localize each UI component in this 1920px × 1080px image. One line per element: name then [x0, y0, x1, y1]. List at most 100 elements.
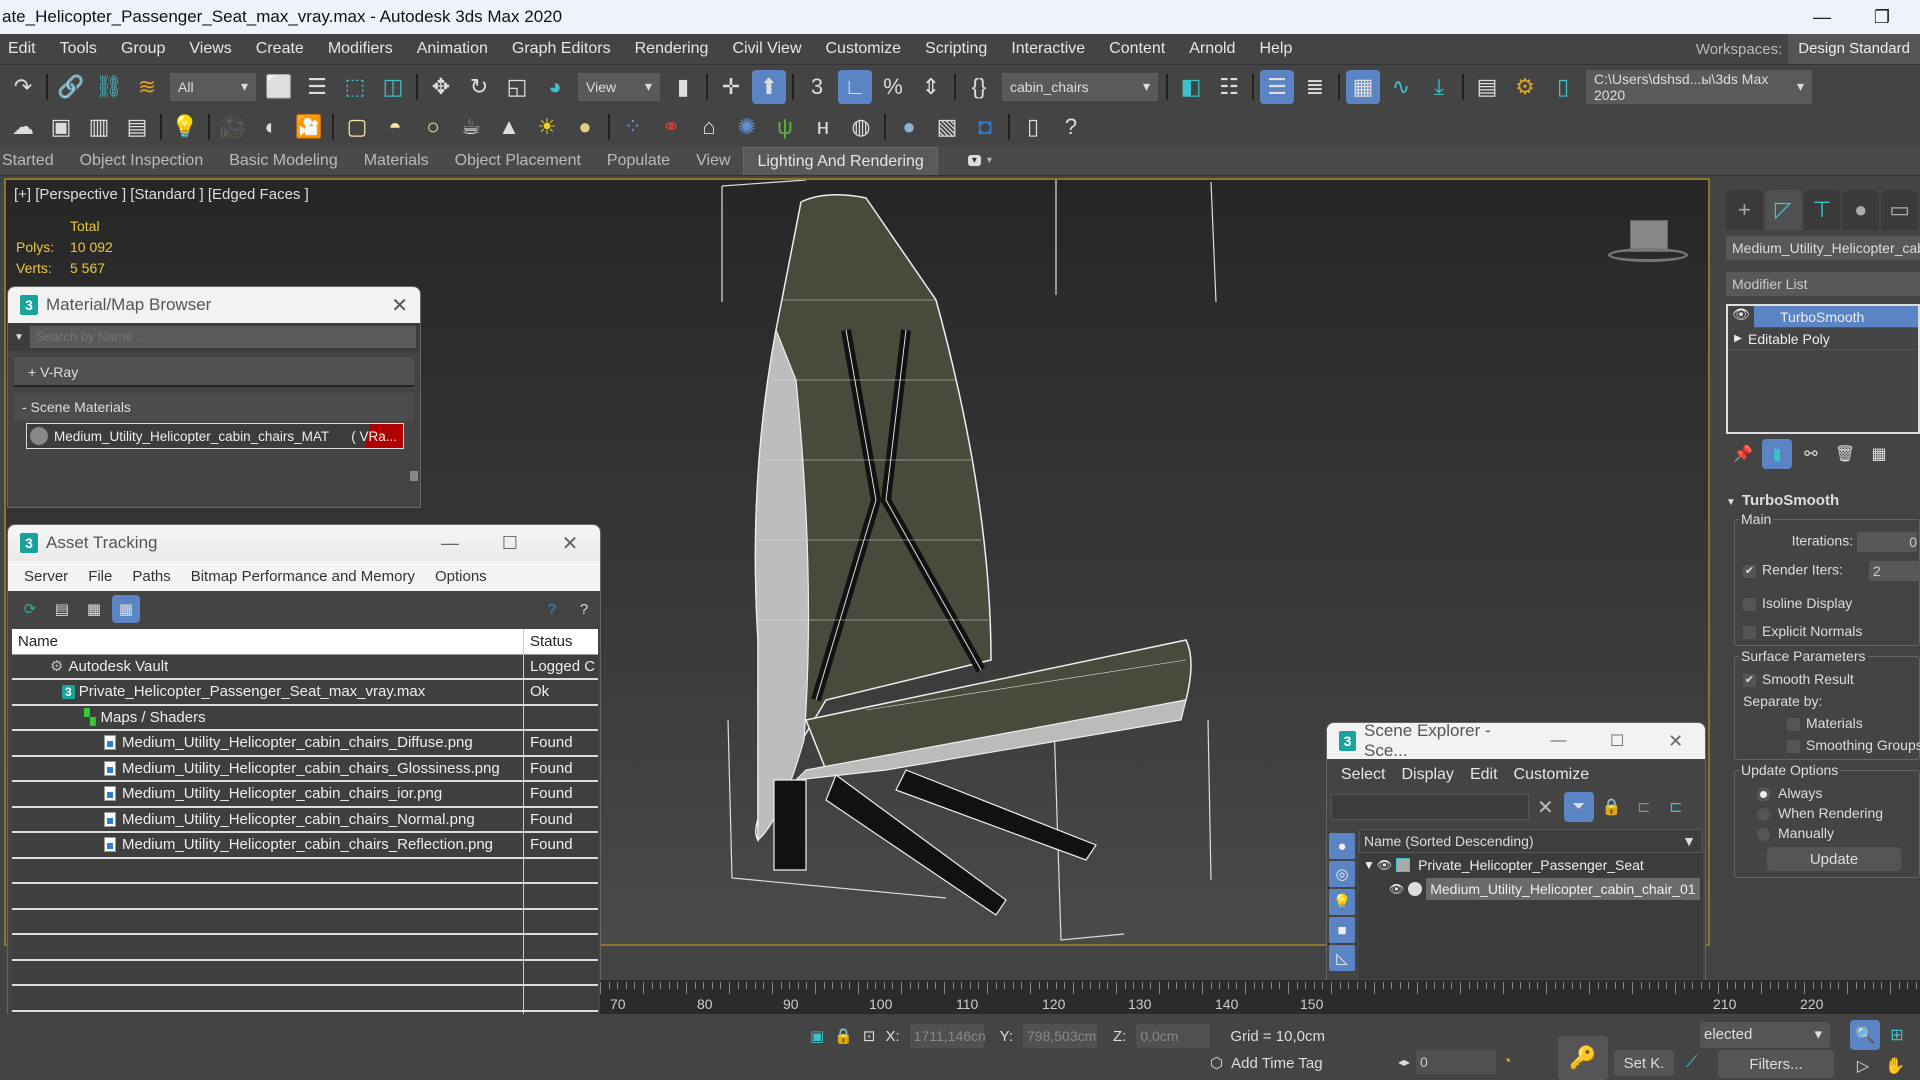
render-iters-checkbox[interactable]: ✔ [1743, 564, 1756, 578]
rotate-icon[interactable]: ↻ [462, 70, 496, 104]
menu-arnold[interactable]: Arnold [1177, 40, 1247, 58]
close-icon[interactable]: ✕ [1646, 731, 1705, 752]
list-view-icon[interactable]: ▤ [48, 595, 76, 623]
select-manipulate-icon[interactable]: ✛ [714, 70, 748, 104]
move-icon[interactable]: ✥ [424, 70, 458, 104]
snaps-toggle-icon[interactable]: 3 [800, 70, 834, 104]
table-row[interactable]: ⚙ Autodesk Vault Logged C [12, 654, 598, 680]
iterations-spinner[interactable]: 0 [1857, 532, 1917, 552]
menu-bitmap-performance[interactable]: Bitmap Performance and Memory [181, 568, 425, 585]
tree-item-selected[interactable]: 👁 Medium_Utility_Helicopter_cabin_chair_… [1359, 877, 1703, 901]
menu-interactive[interactable]: Interactive [999, 40, 1097, 58]
absolute-mode-icon[interactable]: ⊡ [863, 1027, 876, 1045]
maximize-icon[interactable]: ☐ [480, 533, 540, 554]
field-of-view-icon[interactable]: ▷ [1848, 1052, 1878, 1080]
configure-modifier-sets-icon[interactable]: ▦ [1864, 439, 1894, 469]
scale-icon[interactable]: ◱ [500, 70, 534, 104]
y-coordinate-field[interactable]: 798,503cm [1023, 1024, 1097, 1048]
close-icon[interactable]: ✕ [391, 293, 408, 318]
scene-column-header[interactable]: Name (Sorted Descending) ▼ [1359, 829, 1703, 853]
chevron-down-icon[interactable]: ▾ [987, 155, 992, 166]
menu-views[interactable]: Views [177, 40, 243, 58]
tab-materials[interactable]: Materials [351, 147, 442, 175]
search-options-icon[interactable]: ▼ [14, 332, 24, 343]
bind-space-warp-icon[interactable]: ≋ [130, 70, 164, 104]
zoom-icon[interactable]: 🔍 [1850, 1020, 1880, 1050]
remove-modifier-icon[interactable]: 🗑 [1830, 439, 1860, 469]
selection-set-dropdown[interactable]: elected ▾ [1700, 1022, 1830, 1048]
window-crossing-icon[interactable]: ◫ [376, 70, 410, 104]
modifier-turbosmooth[interactable]: 👁 TurboSmooth [1728, 305, 1918, 328]
clear-search-icon[interactable]: ✕ [1537, 795, 1554, 820]
menu-scripting[interactable]: Scripting [913, 40, 999, 58]
help-icon[interactable]: ? [1054, 110, 1088, 144]
explicit-normals-checkbox[interactable] [1743, 625, 1756, 639]
material-sphere-icon[interactable]: ● [892, 110, 926, 144]
align-icon[interactable]: ☷ [1212, 70, 1246, 104]
table-row[interactable]: ▚ Maps / Shaders [12, 705, 598, 731]
tab-object-placement[interactable]: Object Placement [442, 147, 594, 175]
lock-icon[interactable]: 🔒 [1598, 793, 1626, 821]
minimize-icon[interactable]: — [420, 533, 480, 554]
chevron-down-icon[interactable]: ▼ [1682, 833, 1696, 849]
material-editor-icon[interactable]: ▤ [1470, 70, 1504, 104]
menu-edit[interactable]: Edit [1466, 766, 1510, 784]
table-row[interactable]: Medium_Utility_Helicopter_cabin_chairs_i… [12, 782, 598, 808]
redo-icon[interactable]: ↷ [6, 70, 40, 104]
menu-edit[interactable]: Edit [0, 40, 48, 58]
menu-create[interactable]: Create [244, 40, 316, 58]
make-unique-icon[interactable]: ⚯ [1796, 439, 1826, 469]
cone-icon[interactable]: ▲ [492, 110, 526, 144]
group-scene-materials[interactable]: - Scene Materials [14, 393, 414, 421]
restore-icon[interactable]: ❐ [1862, 4, 1902, 30]
column-status[interactable]: Status [524, 633, 573, 650]
tab-view[interactable]: View [683, 147, 743, 175]
close-icon[interactable]: ✕ [540, 531, 600, 556]
selection-lock-icon[interactable]: ▣ [810, 1027, 824, 1045]
zoom-all-icon[interactable]: ⊞ [1882, 1020, 1912, 1050]
menu-animation[interactable]: Animation [405, 40, 500, 58]
sun-icon[interactable]: ☀ [530, 110, 564, 144]
spinner-snap-icon[interactable]: ⇕ [914, 70, 948, 104]
menu-paths[interactable]: Paths [122, 568, 180, 585]
vray-sphere-icon[interactable]: ○ [416, 110, 450, 144]
help-disabled-icon[interactable]: ? [570, 595, 598, 623]
current-frame-field[interactable]: 0 [1416, 1050, 1497, 1074]
rectangular-selection-icon[interactable]: ⬚ [338, 70, 372, 104]
pan-icon[interactable]: ✋ [1880, 1052, 1910, 1080]
edit-named-selection-icon[interactable]: {} [962, 70, 996, 104]
selection-filter-dropdown[interactable]: All ▾ [170, 72, 256, 101]
group-vray[interactable]: + V-Ray [14, 357, 414, 387]
panel-list-icon[interactable]: ▤ [120, 110, 154, 144]
select-object-icon[interactable]: ⬜ [262, 70, 296, 104]
modify-tab-icon[interactable]: ◸ [1764, 190, 1802, 230]
render-iters-spinner[interactable]: 2 [1868, 561, 1920, 581]
eye-icon[interactable]: 👁 [1389, 882, 1404, 896]
manually-radio[interactable] [1757, 827, 1770, 841]
materials-checkbox[interactable] [1787, 717, 1800, 731]
geometry-filter-icon[interactable]: ● [1329, 833, 1355, 859]
smooth-result-checkbox[interactable]: ✔ [1743, 673, 1756, 687]
menu-display[interactable]: Display [1397, 766, 1465, 784]
expand-icon[interactable]: ▼ [1363, 858, 1375, 872]
angle-snap-icon[interactable]: ∟ [838, 69, 872, 104]
timeline-ruler[interactable]: 70 80 90 100 110 120 130 140 150 210 220 [600, 980, 1920, 1014]
help-icon[interactable]: ? [538, 595, 566, 623]
expand-icon[interactable]: ▶ [1728, 333, 1748, 344]
update-button[interactable]: Update [1767, 847, 1901, 871]
molecule-icon[interactable]: ⚭ [654, 110, 688, 144]
vray-fur-icon[interactable]: ✺ [730, 110, 764, 144]
workspace-selector[interactable]: Workspaces: Design Standard [1696, 34, 1920, 64]
x-coordinate-field[interactable]: 1711,146cn [909, 1024, 986, 1048]
eye-icon[interactable]: 👁 [1377, 858, 1392, 872]
tab-started[interactable]: Started [0, 147, 67, 175]
vray-vfb-icon[interactable]: ◘ [968, 110, 1002, 144]
filters-button[interactable]: Filters... [1718, 1050, 1834, 1078]
viewcube-icon[interactable] [1608, 220, 1688, 270]
menu-graph-editors[interactable]: Graph Editors [500, 40, 623, 58]
reference-coordinate-dropdown[interactable]: View ▾ [578, 72, 660, 101]
tab-object-inspection[interactable]: Object Inspection [67, 147, 217, 175]
menu-customize[interactable]: Customize [1510, 766, 1602, 784]
set-key-icon[interactable]: 🔑 [1558, 1036, 1608, 1080]
vray-ies-icon[interactable]: ● [568, 110, 602, 144]
